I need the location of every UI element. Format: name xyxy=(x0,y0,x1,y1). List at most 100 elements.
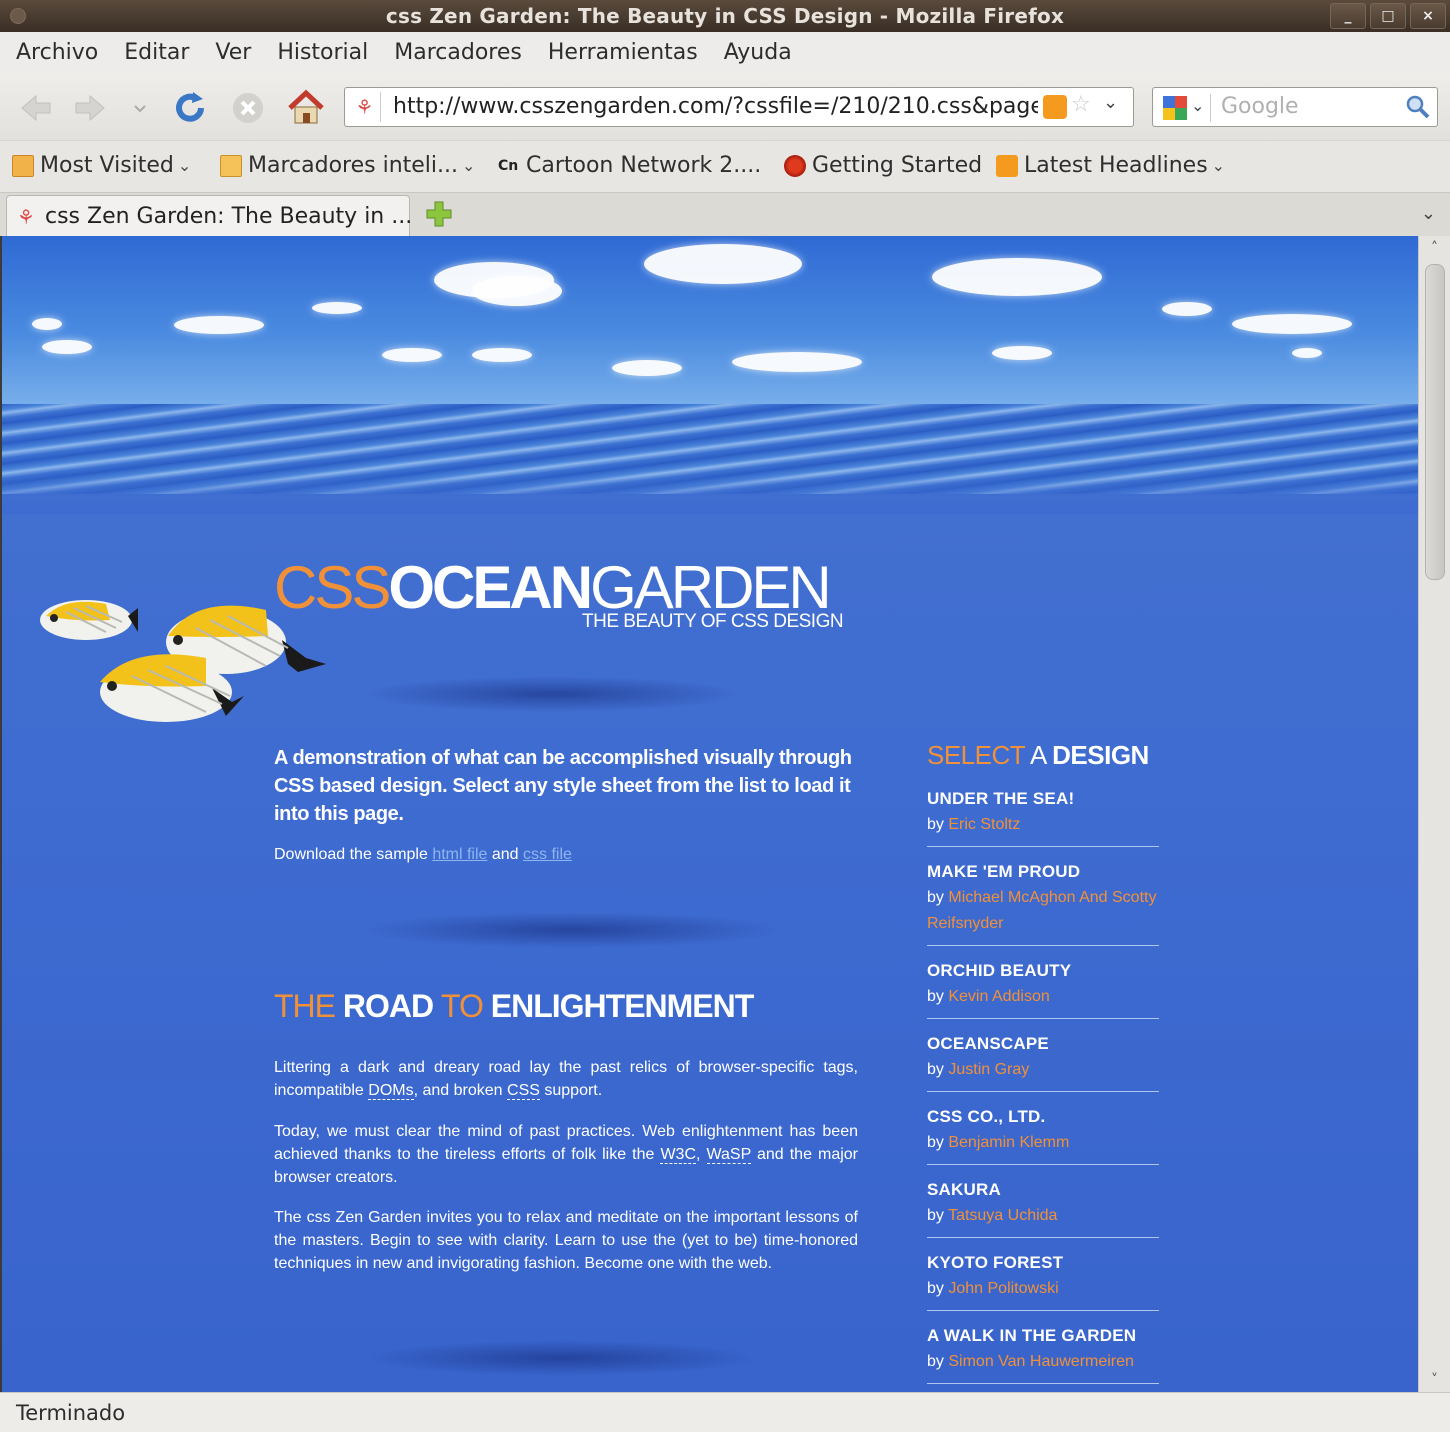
css-file-link[interactable]: css file xyxy=(523,846,572,863)
home-icon[interactable] xyxy=(286,88,326,128)
history-dropdown-icon[interactable] xyxy=(120,88,160,128)
cloud-decoration xyxy=(32,318,62,330)
scroll-down-arrow-icon[interactable]: ˅ xyxy=(1419,1368,1450,1392)
design-author-link[interactable]: John Politowski xyxy=(948,1280,1058,1297)
road-to-enlightenment-heading: THE ROAD TO ENLIGHTENMENT xyxy=(274,988,754,1025)
cloud-decoration xyxy=(382,348,442,362)
paragraph-text: , and broken xyxy=(413,1082,508,1099)
design-name-link[interactable]: OCEANSCAPE xyxy=(927,1031,1159,1057)
chevron-down-icon: ⌄ xyxy=(177,156,192,175)
menu-herramientas[interactable]: Herramientas xyxy=(548,40,698,65)
maximize-button[interactable]: □ xyxy=(1370,3,1406,29)
search-engine-chevron-icon: ⌄ xyxy=(1191,96,1205,115)
menu-marcadores[interactable]: Marcadores xyxy=(394,40,522,65)
by-label: by xyxy=(927,889,944,906)
heading-word: SELECT xyxy=(927,740,1025,770)
design-list: UNDER THE SEA! by Eric Stoltz MAKE 'EM P… xyxy=(927,784,1159,1392)
design-item: UNDER THE SEA! by Eric Stoltz xyxy=(927,784,1159,847)
design-author-link[interactable]: Simon Van Hauwermeiren xyxy=(948,1353,1134,1370)
bookmark-getting-started[interactable]: Getting Started xyxy=(784,153,982,178)
design-item: A WALK IN THE GARDEN by Simon Van Hauwer… xyxy=(927,1321,1159,1384)
bookmark-star-icon[interactable]: ☆ xyxy=(1071,92,1091,117)
design-item: SAKURA by Tatsuya Uchida xyxy=(927,1175,1159,1238)
menu-editar[interactable]: Editar xyxy=(124,40,189,65)
design-name-link[interactable]: A WALK IN THE GARDEN xyxy=(927,1323,1159,1349)
site-identity-icon[interactable]: ⚘ xyxy=(349,92,381,122)
by-label: by xyxy=(927,1061,944,1078)
shadow-decoration xyxy=(362,912,782,948)
address-bar[interactable]: ⚘ http://www.csszengarden.com/?cssfile=/… xyxy=(344,87,1134,127)
close-button[interactable]: × xyxy=(1410,3,1446,29)
bookmark-cartoon-network[interactable]: Cn Cartoon Network 2.... xyxy=(498,153,761,178)
search-box[interactable]: ⌄ Google xyxy=(1152,87,1438,127)
forward-icon[interactable] xyxy=(70,88,110,128)
download-prefix: Download the sample xyxy=(274,846,433,863)
paragraph-road-3: The css Zen Garden invites you to relax … xyxy=(274,1209,858,1272)
url-text[interactable]: http://www.csszengarden.com/?cssfile=/21… xyxy=(393,94,1038,120)
heading-word: TO xyxy=(441,988,484,1024)
scroll-up-arrow-icon[interactable]: ˄ xyxy=(1419,236,1450,260)
search-magnifier-icon[interactable] xyxy=(1405,94,1431,124)
bookmark-marcadores-inteligentes[interactable]: Marcadores inteli... ⌄ xyxy=(220,153,475,178)
menu-ver[interactable]: Ver xyxy=(215,40,251,65)
stop-icon[interactable] xyxy=(228,88,268,128)
rss-feed-icon[interactable] xyxy=(1043,95,1067,119)
search-engine-selector[interactable]: ⌄ xyxy=(1159,94,1211,122)
design-name-link[interactable]: UNDER THE SEA! xyxy=(927,786,1159,812)
design-name-link[interactable]: CSS CO., LTD. xyxy=(927,1104,1159,1130)
html-file-link[interactable]: html file xyxy=(432,846,487,863)
new-tab-plus-icon[interactable] xyxy=(424,199,454,229)
menu-archivo[interactable]: Archivo xyxy=(16,40,98,65)
bookmark-label: Most Visited xyxy=(40,153,174,178)
bookmark-most-visited[interactable]: Most Visited ⌄ xyxy=(12,153,191,178)
search-placeholder: Google xyxy=(1221,94,1299,119)
reload-icon[interactable] xyxy=(170,88,210,128)
cloud-decoration xyxy=(472,276,562,306)
status-text: Terminado xyxy=(16,1401,126,1425)
design-name-link[interactable]: SAKURA xyxy=(927,1177,1159,1203)
design-item: MAKE 'EM PROUD by Michael McAghon And Sc… xyxy=(927,857,1159,946)
cloud-decoration xyxy=(932,258,1102,296)
back-icon[interactable] xyxy=(16,88,56,128)
design-author-link[interactable]: Tatsuya Uchida xyxy=(948,1207,1057,1224)
vertical-scrollbar[interactable]: ˄ ˅ xyxy=(1418,236,1450,1392)
heading-word: DESIGN xyxy=(1052,740,1149,770)
wasp-abbreviation: WaSP xyxy=(706,1146,751,1164)
tab-active[interactable]: ⚘ css Zen Garden: The Beauty in ... xyxy=(6,195,412,237)
scrollbar-thumb[interactable] xyxy=(1425,264,1445,580)
window-titlebar: css Zen Garden: The Beauty in CSS Design… xyxy=(0,0,1450,32)
design-author-link[interactable]: Eric Stoltz xyxy=(948,816,1020,833)
cloud-decoration xyxy=(1292,348,1322,358)
by-label: by xyxy=(927,1207,944,1224)
cloud-decoration xyxy=(732,352,862,372)
site-tagline: THE BEAUTY OF CSS DESIGN xyxy=(582,611,844,632)
menu-ayuda[interactable]: Ayuda xyxy=(724,40,792,65)
chevron-down-icon: ⌄ xyxy=(1211,156,1226,175)
intro-text: A demonstration of what can be accomplis… xyxy=(274,747,852,825)
shadow-decoration xyxy=(362,676,742,712)
url-dropdown-icon[interactable]: ⌄ xyxy=(1103,92,1118,113)
by-label: by xyxy=(927,816,944,833)
paragraph-road-1: Littering a dark and dreary road lay the… xyxy=(274,1056,858,1102)
bookmark-latest-headlines[interactable]: Latest Headlines ⌄ xyxy=(996,153,1225,178)
smart-folder-icon xyxy=(12,154,34,177)
cloud-decoration xyxy=(1162,302,1212,316)
css-abbreviation: CSS xyxy=(507,1082,540,1100)
design-name-link[interactable]: MAKE 'EM PROUD xyxy=(927,859,1159,885)
folder-icon xyxy=(220,154,242,177)
heading-word: A xyxy=(1029,740,1046,770)
design-author-link[interactable]: Benjamin Klemm xyxy=(948,1134,1069,1151)
design-author-link[interactable]: Michael McAghon And Scotty Reifsnyder xyxy=(927,889,1156,932)
paragraph-text: , xyxy=(696,1146,707,1163)
design-name-link[interactable]: KYOTO FOREST xyxy=(927,1250,1159,1276)
design-author-link[interactable]: Kevin Addison xyxy=(948,988,1049,1005)
design-name-link[interactable]: ORCHID BEAUTY xyxy=(927,958,1159,984)
menu-historial[interactable]: Historial xyxy=(277,40,368,65)
minimize-button[interactable]: _ xyxy=(1330,3,1366,29)
w3c-abbreviation: W3C xyxy=(660,1146,697,1164)
bookmark-label: Cartoon Network 2.... xyxy=(526,153,762,178)
tab-favicon-icon: ⚘ xyxy=(17,205,35,229)
cloud-decoration xyxy=(174,316,264,334)
tab-list-chevron-icon[interactable]: ⌄ xyxy=(1421,203,1436,224)
design-author-link[interactable]: Justin Gray xyxy=(948,1061,1029,1078)
